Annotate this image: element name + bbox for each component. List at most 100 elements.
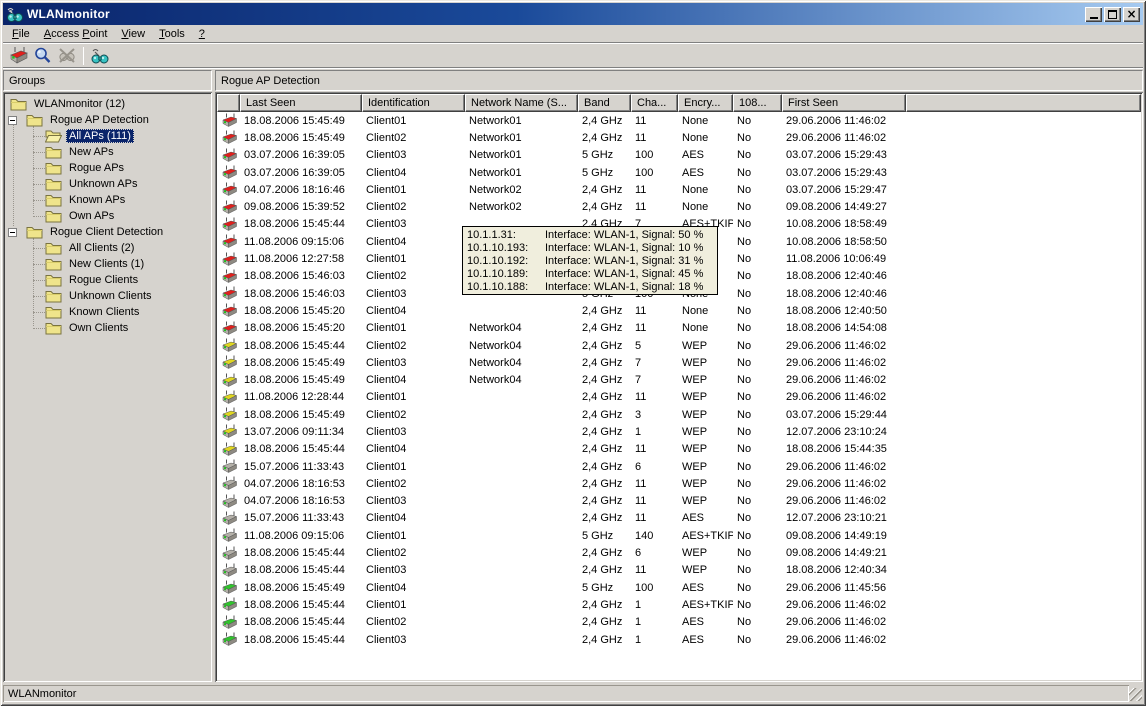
cell-encryption: WEP (678, 426, 733, 438)
table-row[interactable]: 18.08.2006 15:45:49Client02Network012,4 … (217, 129, 1141, 146)
window-title: WLANmonitor (27, 7, 110, 21)
table-row[interactable]: 18.08.2006 15:45:44Client012,4 GHz1AES+T… (217, 596, 1141, 613)
folder-closed-icon (45, 321, 62, 335)
column-header-filler (906, 94, 1141, 112)
tree-item-rogue-client-detection[interactable]: Rogue Client Detection (3, 224, 212, 240)
table-row[interactable]: 09.08.2006 15:39:52Client02Network022,4 … (217, 198, 1141, 215)
column-header-first-seen[interactable]: First Seen (782, 94, 906, 112)
cell-first-seen: 09.08.2006 14:49:27 (782, 201, 906, 213)
cell-encryption: None (678, 115, 733, 127)
cell-first-seen: 18.08.2006 12:40:50 (782, 305, 906, 317)
table-row[interactable]: 04.07.2006 18:16:53Client022,4 GHz11WEPN… (217, 475, 1141, 492)
tree-item-all-aps-111[interactable]: All APs (111) (3, 128, 212, 144)
toolbar (3, 44, 1143, 68)
table-row[interactable]: 18.08.2006 15:45:44Client022,4 GHz6WEPNo… (217, 544, 1141, 561)
column-header-108mbit[interactable]: 108... (733, 94, 782, 112)
table-row[interactable]: 18.08.2006 15:45:44Client042,4 GHz11WEPN… (217, 441, 1141, 458)
table-row[interactable]: 13.07.2006 09:11:34Client032,4 GHz1WEPNo… (217, 423, 1141, 440)
table-row[interactable]: 15.07.2006 11:33:43Client012,4 GHz6WEPNo… (217, 458, 1141, 475)
table-row[interactable]: 15.07.2006 11:33:43Client042,4 GHz11AESN… (217, 510, 1141, 527)
minimize-button[interactable] (1085, 7, 1102, 22)
table-row[interactable]: 18.08.2006 15:45:20Client042,4 GHz11None… (217, 302, 1141, 319)
resize-grip[interactable] (1129, 688, 1142, 701)
table-row[interactable]: 03.07.2006 16:39:05Client04Network015 GH… (217, 164, 1141, 181)
table-row[interactable]: 18.08.2006 15:45:20Client01Network042,4 … (217, 320, 1141, 337)
tree-item-own-aps[interactable]: Own APs (3, 208, 212, 224)
column-header-identification[interactable]: Identification (362, 94, 465, 112)
column-header-channel[interactable]: Cha... (631, 94, 678, 112)
column-header-last-seen[interactable]: Last Seen (240, 94, 362, 112)
tree-item-wlanmonitor-12[interactable]: WLANmonitor (12) (3, 96, 212, 112)
cell-channel: 1 (631, 426, 678, 438)
folder-closed-icon (26, 225, 43, 239)
table-row[interactable]: 04.07.2006 18:16:53Client032,4 GHz11WEPN… (217, 493, 1141, 510)
tree-item-known-clients[interactable]: Known Clients (3, 304, 212, 320)
table-row[interactable]: 18.08.2006 15:45:49Client03Network042,4 … (217, 354, 1141, 371)
cell-108mbit: No (733, 564, 782, 576)
folder-closed-icon (45, 289, 62, 303)
tree-collapse-icon[interactable] (8, 228, 17, 237)
menu-item-access-point[interactable]: Access Point (37, 26, 115, 42)
tree-item-rogue-clients[interactable]: Rogue Clients (3, 272, 212, 288)
menu-item-file[interactable]: File (5, 26, 37, 42)
cell-first-seen: 29.06.2006 11:45:56 (782, 582, 906, 594)
table-row[interactable]: 18.08.2006 15:45:44Client032,4 GHz1AESNo… (217, 631, 1141, 648)
table-row[interactable]: 18.08.2006 15:45:49Client04Network042,4 … (217, 371, 1141, 388)
ap-status-icon-red (217, 200, 240, 215)
search-magnifier-icon[interactable] (31, 45, 55, 67)
cell-encryption: AES+TKIP (678, 599, 733, 611)
tree-item-label: Rogue Client Detection (47, 225, 166, 239)
tree-item-known-aps[interactable]: Known APs (3, 192, 212, 208)
table-row[interactable]: 11.08.2006 09:15:06Client015 GHz140AES+T… (217, 527, 1141, 544)
cell-encryption: WEP (678, 357, 733, 369)
cell-identification: Client02 (362, 270, 465, 282)
table-row[interactable]: 18.08.2006 15:45:44Client032,4 GHz11WEPN… (217, 562, 1141, 579)
cell-channel: 7 (631, 357, 678, 369)
menu-item-tools[interactable]: Tools (152, 26, 192, 42)
column-header-encryption[interactable]: Encry... (678, 94, 733, 112)
tree-item-rogue-ap-detection[interactable]: Rogue AP Detection (3, 112, 212, 128)
tree-item-new-clients-1[interactable]: New Clients (1) (3, 256, 212, 272)
menu-item-view[interactable]: View (114, 26, 152, 42)
column-header-icon[interactable] (217, 94, 240, 112)
tree-collapse-icon[interactable] (8, 116, 17, 125)
ap-status-icon-red (217, 269, 240, 284)
delete-disabled-icon[interactable] (55, 45, 79, 67)
cell-last-seen: 04.07.2006 18:16:46 (240, 184, 362, 196)
column-header-network-name[interactable]: Network Name (S... (465, 94, 578, 112)
groups-tree: WLANmonitor (12)Rogue AP DetectionAll AP… (3, 92, 212, 682)
table-row[interactable]: 18.08.2006 15:45:49Client01Network012,4 … (217, 112, 1141, 129)
close-button[interactable]: × (1123, 7, 1140, 22)
tree-item-new-aps[interactable]: New APs (3, 144, 212, 160)
table-row[interactable]: 04.07.2006 18:16:46Client01Network022,4 … (217, 181, 1141, 198)
cell-first-seen: 29.06.2006 11:46:02 (782, 132, 906, 144)
table-row[interactable]: 18.08.2006 15:45:49Client022,4 GHz3WEPNo… (217, 406, 1141, 423)
title-bar[interactable]: WLANmonitor × (3, 3, 1143, 25)
cell-first-seen: 10.08.2006 18:58:49 (782, 218, 906, 230)
cell-108mbit: No (733, 132, 782, 144)
table-row[interactable]: 18.08.2006 15:45:49Client045 GHz100AESNo… (217, 579, 1141, 596)
menu-item-item[interactable]: ? (192, 26, 212, 42)
table-row[interactable]: 18.08.2006 15:45:44Client022,4 GHz1AESNo… (217, 614, 1141, 631)
tree-item-unknown-aps[interactable]: Unknown APs (3, 176, 212, 192)
tree-item-rogue-aps[interactable]: Rogue APs (3, 160, 212, 176)
cell-channel: 1 (631, 634, 678, 646)
tree-item-own-clients[interactable]: Own Clients (3, 320, 212, 336)
table-row[interactable]: 11.08.2006 12:28:44Client012,4 GHz11WEPN… (217, 389, 1141, 406)
table-row[interactable]: 03.07.2006 16:39:05Client03Network015 GH… (217, 147, 1141, 164)
ap-status-icon-yellow (217, 442, 240, 457)
cell-channel: 100 (631, 167, 678, 179)
binoculars-monitor-icon[interactable] (88, 45, 112, 67)
column-header-band[interactable]: Band (578, 94, 631, 112)
tree-item-all-clients-2[interactable]: All Clients (2) (3, 240, 212, 256)
table-row[interactable]: 18.08.2006 15:45:44Client02Network042,4 … (217, 337, 1141, 354)
access-point-icon[interactable] (7, 45, 31, 67)
tree-connector (33, 296, 45, 297)
cell-last-seen: 11.08.2006 12:28:44 (240, 391, 362, 403)
cell-first-seen: 10.08.2006 18:58:50 (782, 236, 906, 248)
tree-item-unknown-clients[interactable]: Unknown Clients (3, 288, 212, 304)
cell-108mbit: No (733, 167, 782, 179)
maximize-button[interactable] (1104, 7, 1121, 22)
column-header-label: Identification (368, 97, 430, 109)
tree-item-label: Known APs (66, 193, 128, 207)
